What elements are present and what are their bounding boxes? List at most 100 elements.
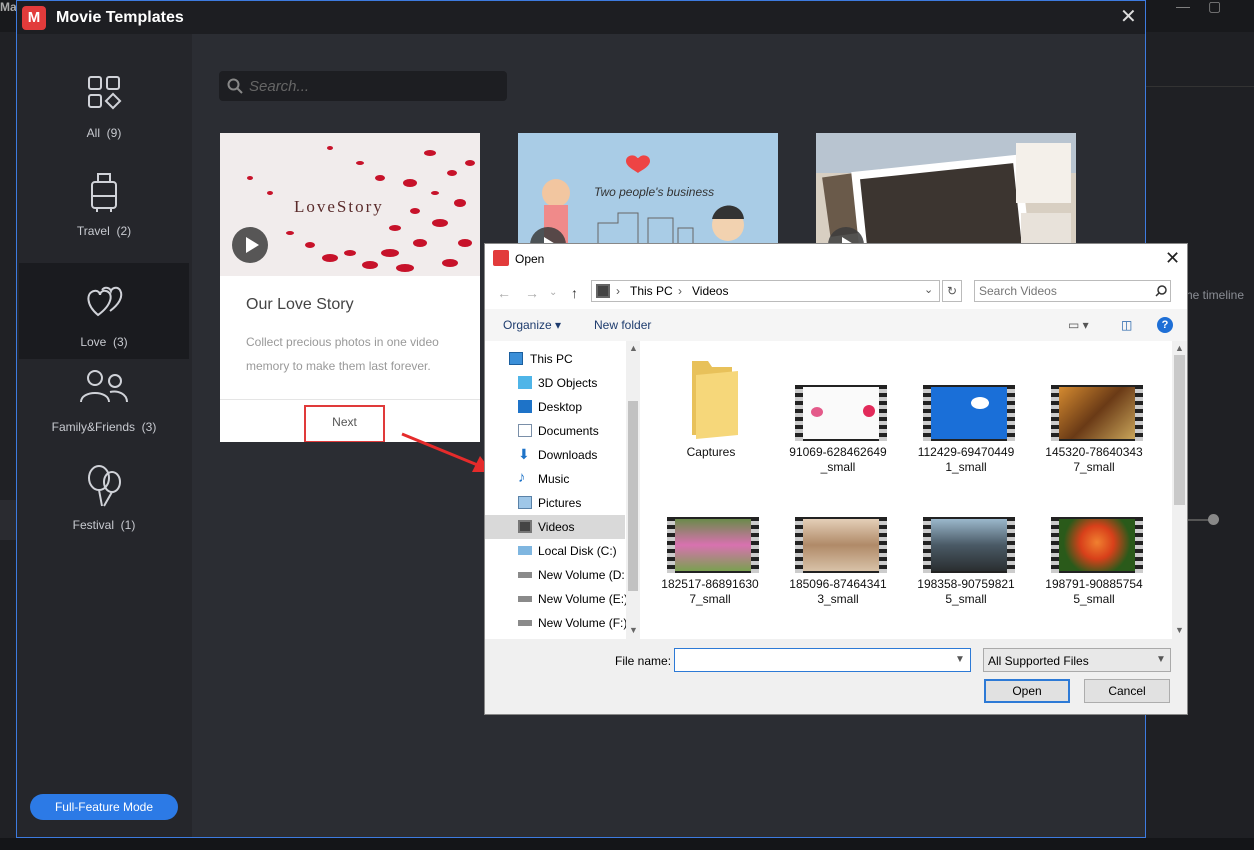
chevron-down-icon[interactable]: ▼ xyxy=(955,654,965,665)
minimize-icon[interactable]: — xyxy=(1176,0,1190,14)
category-all[interactable]: All (9) xyxy=(19,54,189,150)
navigation-pane: This PC 3D Objects Desktop Documents ⬇ D… xyxy=(485,341,640,639)
video-thumbnail xyxy=(795,385,887,441)
refresh-icon[interactable]: ↻ xyxy=(942,280,962,302)
nav-item-3d-objects[interactable]: 3D Objects xyxy=(485,371,625,395)
category-travel[interactable]: Travel (2) xyxy=(19,152,189,248)
file-type-value: All Supported Files xyxy=(988,654,1089,668)
category-family-friends[interactable]: Family&Friends (3) xyxy=(19,348,189,444)
template-thumbnail[interactable]: Two people's business xyxy=(518,133,778,245)
open-button[interactable]: Open xyxy=(984,679,1070,703)
file-item-captures[interactable]: Captures xyxy=(658,355,764,465)
video-folder-icon xyxy=(596,284,610,298)
nav-item-videos[interactable]: Videos xyxy=(485,515,625,539)
nav-item-documents[interactable]: Documents xyxy=(485,419,625,443)
dialog-footer: File name: ▼ All Supported Files ▼ Open … xyxy=(485,639,1187,714)
category-label: Festival (1) xyxy=(72,518,136,532)
file-name: 185096-87464341 3_small xyxy=(789,577,887,606)
file-name-field[interactable]: ▼ xyxy=(674,648,971,672)
file-item-video[interactable]: 185096-87464341 3_small xyxy=(785,517,891,612)
document-icon xyxy=(518,424,532,437)
file-item-video[interactable]: 182517-86891630 7_small xyxy=(657,517,763,612)
category-label: All (9) xyxy=(86,126,122,140)
file-name: 198358-90759821 5_small xyxy=(917,577,1015,606)
nav-scrollbar[interactable]: ▲ ▼ xyxy=(626,341,640,639)
file-item-video[interactable]: 198791-90885754 5_small xyxy=(1041,517,1147,612)
drive-icon xyxy=(518,546,532,555)
breadcrumb-videos[interactable]: Videos xyxy=(692,284,728,298)
file-item-video[interactable]: 112429-69470449 1_small xyxy=(913,385,1019,480)
preview-pane-icon[interactable]: ◫ xyxy=(1121,318,1132,332)
back-icon[interactable]: ← xyxy=(497,285,511,301)
photo-collage-image xyxy=(816,133,1076,245)
file-item-video[interactable]: 145320-78640343 7_small xyxy=(1041,385,1147,480)
nav-item-pictures[interactable]: Pictures xyxy=(485,491,625,515)
play-icon[interactable] xyxy=(232,227,268,263)
nav-item-local-disk-c[interactable]: Local Disk (C:) xyxy=(485,539,625,563)
file-name: 91069-628462649 _small xyxy=(789,445,887,474)
next-button[interactable]: Next xyxy=(304,405,385,442)
category-label: Family&Friends (3) xyxy=(51,420,157,434)
search-input[interactable] xyxy=(979,284,1149,298)
recent-locations-icon[interactable]: ⌄ xyxy=(549,287,557,298)
drive-icon xyxy=(518,620,532,626)
open-file-dialog: Open ✕ ← → ⌄ ↑ › This PC › Videos ⌄ ↻ Or… xyxy=(484,243,1188,715)
close-icon[interactable]: ✕ xyxy=(1165,248,1180,269)
file-name: 198791-90885754 5_small xyxy=(1045,577,1143,606)
category-festival[interactable]: Festival (1) xyxy=(19,446,189,542)
card-title: Our Love Story xyxy=(246,296,354,313)
dialog-title: Open xyxy=(515,252,545,266)
app-logo-icon xyxy=(493,250,509,266)
help-icon[interactable]: ? xyxy=(1157,317,1173,333)
close-icon[interactable]: ✕ xyxy=(1120,6,1137,28)
address-bar[interactable]: › This PC › Videos ⌄ xyxy=(591,280,940,302)
file-item-video[interactable]: 198358-90759821 5_small xyxy=(913,517,1019,612)
cancel-button[interactable]: Cancel xyxy=(1084,679,1170,703)
nav-item-desktop[interactable]: Desktop xyxy=(485,395,625,419)
category-love[interactable]: Love (3) xyxy=(19,263,189,359)
up-icon[interactable]: ↑ xyxy=(571,285,578,301)
search-input[interactable] xyxy=(249,76,499,96)
chevron-down-icon[interactable]: ⌄ xyxy=(924,283,933,296)
nav-item-volume-e[interactable]: New Volume (E:) xyxy=(485,587,628,611)
forward-icon[interactable]: → xyxy=(525,285,539,301)
file-search-box[interactable] xyxy=(974,280,1171,302)
nav-item-volume-d[interactable]: New Volume (D: xyxy=(485,563,625,587)
scrollbar-thumb[interactable] xyxy=(628,401,638,591)
left-strip xyxy=(0,500,17,540)
file-name-input[interactable] xyxy=(678,652,948,666)
maximize-icon[interactable]: ▢ xyxy=(1208,0,1221,15)
file-type-select[interactable]: All Supported Files ▼ xyxy=(983,648,1171,672)
drive-icon xyxy=(518,596,532,602)
template-card-photos[interactable] xyxy=(816,133,1076,245)
breadcrumb-this-pc[interactable]: This PC xyxy=(630,284,673,298)
nav-item-volume-f[interactable]: New Volume (F:) xyxy=(485,611,627,635)
nav-item-this-pc[interactable]: This PC xyxy=(485,347,625,371)
people-icon xyxy=(80,370,128,403)
template-search-box[interactable] xyxy=(219,71,507,101)
new-folder-button[interactable]: New folder xyxy=(594,318,651,332)
scrollbar-thumb[interactable] xyxy=(1174,355,1185,505)
template-thumbnail[interactable]: LoveStory xyxy=(220,133,480,276)
template-card-love-story[interactable]: LoveStory Our Love Story Collect preciou… xyxy=(220,133,480,442)
nav-item-downloads[interactable]: ⬇ Downloads xyxy=(485,443,625,467)
bottom-strip xyxy=(0,838,1254,850)
card-description: Collect precious photos in one video mem… xyxy=(246,335,439,373)
folder-icon xyxy=(692,361,738,439)
hearts-icon xyxy=(87,286,123,317)
view-options-icon[interactable]: ▭ ▾ xyxy=(1068,318,1089,332)
full-feature-mode-button[interactable]: Full-Feature Mode xyxy=(30,794,178,820)
slider-handle[interactable] xyxy=(1208,514,1219,525)
file-item-video[interactable]: 91069-628462649 _small xyxy=(785,385,891,480)
timeline-hint: he timeline xyxy=(1186,288,1245,302)
nav-item-music[interactable]: ♪ Music xyxy=(485,467,625,491)
search-icon xyxy=(1155,285,1167,297)
template-card-two-people[interactable]: Two people's business xyxy=(518,133,778,245)
file-list-scrollbar[interactable]: ▲ ▼ xyxy=(1172,341,1187,639)
category-label: Travel (2) xyxy=(76,224,132,238)
template-thumbnail[interactable] xyxy=(816,133,1076,245)
thumbnail-caption: LoveStory xyxy=(294,197,384,216)
file-name: 145320-78640343 7_small xyxy=(1045,445,1143,474)
organize-button[interactable]: Organize ▾ xyxy=(503,318,561,332)
video-thumbnail xyxy=(795,517,887,573)
